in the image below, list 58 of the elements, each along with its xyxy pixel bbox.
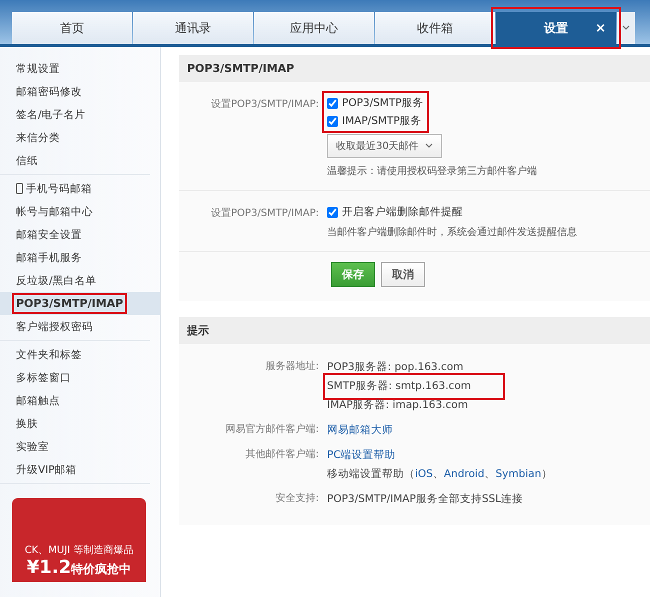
server-text: POP3/SMTP/IMAP服务全部支持SSL连接 [327,492,524,507]
sidebar-item[interactable]: 邮箱手机服务 [0,246,160,269]
server-text: IMAP服务器: imap.163.com [327,398,468,413]
panel-title: POP3/SMTP/IMAP [179,55,650,82]
sidebar-item[interactable]: 反垃圾/黑白名单 [0,269,160,292]
sidebar-item[interactable]: 常规设置 [0,57,160,80]
promo-banner[interactable]: CK、MUJI 等制造商爆品 ¥1.2特价疯抢中 [12,498,146,582]
tip-label: 网易官方邮件客户端: [224,422,319,437]
server-text: POP3服务器: pop.163.com [327,360,464,375]
setting-label: 设置POP3/SMTP/IMAP: [210,98,319,112]
sidebar-item[interactable]: POP3/SMTP/IMAP [0,292,160,315]
chevron-icon [622,25,630,31]
nav-tab[interactable]: 通讯录 [133,12,253,44]
panel-title: 提示 [179,317,650,344]
tip-label: 安全支持: [274,492,319,506]
mobile-help-text: 移动端设置帮助（iOS、Android、Symbian） [327,467,552,482]
sidebar-item[interactable]: 文件夹和标签 [0,343,160,366]
chevron-icon [424,143,433,149]
sidebar-item[interactable]: 信纸 [0,149,160,172]
platform-link[interactable]: Symbian [495,468,542,480]
nav-tab[interactable]: 首页 [12,12,132,44]
sidebar-item[interactable]: 帐号与邮箱中心 [0,200,160,223]
service-checkbox[interactable] [327,98,338,108]
help-link[interactable]: 网易邮箱大师 [327,421,393,440]
fetch-range-dropdown[interactable]: 收取最近30天邮件 [327,134,442,158]
help-link[interactable]: PC端设置帮助 [327,446,396,465]
nav-tab[interactable]: 收件箱 [375,12,495,44]
more-tabs-button[interactable] [617,12,635,44]
sidebar-item[interactable]: 客户端授权密码 [0,315,160,338]
sidebar-item[interactable]: 邮箱密码修改 [0,80,160,103]
delete-alert-checkbox[interactable] [327,206,338,218]
setting-label: 设置POP3/SMTP/IMAP: [210,206,319,221]
nav-tab[interactable]: 设置 × [496,12,616,44]
option-label: 开启客户端删除邮件提醒 [342,205,463,219]
sidebar-item[interactable]: 手机号码邮箱 [0,177,160,200]
tip-label: 其他邮件客户端: [244,448,319,462]
phone-icon [16,183,23,194]
hint-text: 温馨提示：请使用授权码登录第三方邮件客户端 [327,164,537,178]
sidebar-item[interactable]: 实验室 [0,435,160,458]
note-text: 当邮件客户端删除邮件时，系统会通过邮件发送提醒信息 [327,226,577,239]
sidebar-item[interactable]: 签名/电子名片 [0,103,160,126]
option-label: POP3/SMTP服务 [342,96,424,110]
promo-price: ¥1.2特价疯抢中 [26,557,132,578]
close-icon[interactable]: × [595,20,606,36]
platform-link[interactable]: Android [444,468,484,480]
sidebar-item[interactable]: 邮箱安全设置 [0,223,160,246]
sidebar-item[interactable]: 升级VIP邮箱 [0,458,160,481]
sidebar-item[interactable]: 来信分类 [0,126,160,149]
nav-tab[interactable]: 应用中心 [254,12,374,44]
promo-text: CK、MUJI 等制造商爆品 [24,544,134,557]
sidebar-item[interactable]: 邮箱触点 [0,389,160,412]
tip-label: 服务器地址: [264,360,319,374]
option-label: IMAP/SMTP服务 [342,114,422,128]
platform-link[interactable]: iOS [415,468,433,480]
sidebar-item[interactable]: 换肤 [0,412,160,435]
sidebar-item[interactable]: 多标签窗口 [0,366,160,389]
cancel-button[interactable]: 取消 [381,262,425,287]
service-checkbox[interactable] [327,116,338,126]
